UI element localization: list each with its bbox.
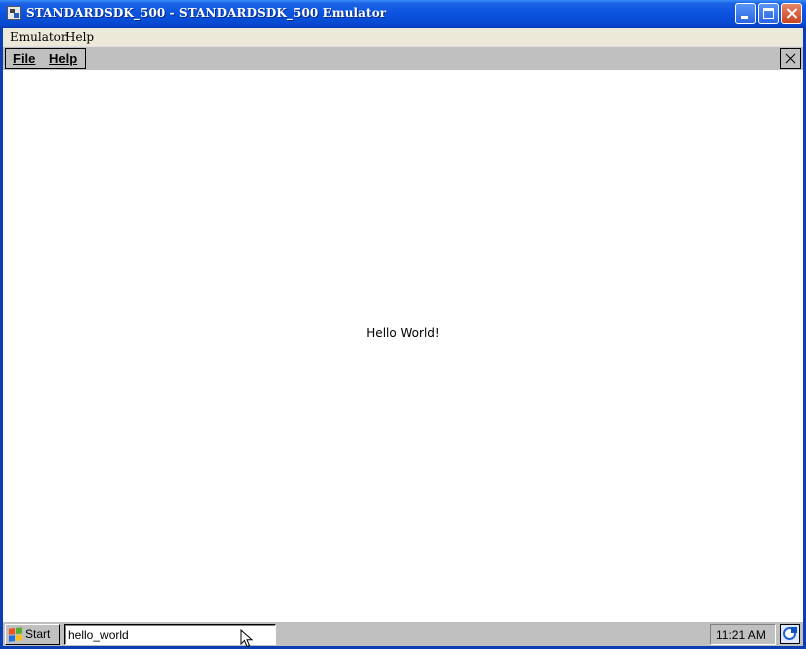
app-canvas[interactable]: Hello World!	[3, 70, 803, 620]
maximize-button[interactable]	[758, 3, 779, 24]
desktop-icon[interactable]	[780, 624, 800, 644]
system-tray-clock[interactable]: 11:21 AM	[710, 624, 776, 645]
clock-text: 11:21 AM	[716, 628, 766, 642]
app-window-icon[interactable]	[7, 6, 21, 20]
device-taskbar: Start hello_world 11:21 AM	[3, 621, 803, 646]
window-title: STANDARDSDK_500 - STANDARDSDK_500 Emulat…	[26, 6, 387, 20]
close-button[interactable]	[781, 3, 802, 24]
taskbar-item-label: hello_world	[68, 628, 129, 642]
device-command-bar: File Help	[3, 46, 803, 70]
client-area: Emulator Help File Help Hello World! Sta…	[3, 28, 803, 646]
windows-flag-icon	[9, 627, 23, 642]
menu-help[interactable]: Help	[65, 30, 94, 44]
device-menu-help[interactable]: Help	[49, 51, 77, 66]
hello-message: Hello World!	[366, 326, 440, 340]
mouse-cursor-icon	[240, 629, 254, 648]
host-menu-bar: Emulator Help	[3, 28, 803, 46]
minimize-button[interactable]	[735, 3, 756, 24]
start-label: Start	[25, 627, 51, 641]
menu-emulator[interactable]: Emulator	[10, 30, 67, 44]
device-close-icon[interactable]	[780, 48, 801, 69]
title-bar[interactable]: STANDARDSDK_500 - STANDARDSDK_500 Emulat…	[0, 0, 806, 28]
emulator-window: STANDARDSDK_500 - STANDARDSDK_500 Emulat…	[0, 0, 806, 649]
device-menu-file[interactable]: File	[13, 51, 35, 66]
device-menu-group: File Help	[5, 48, 86, 69]
start-button[interactable]: Start	[5, 624, 60, 645]
device-screen: File Help Hello World! Start hello_world…	[3, 46, 803, 646]
